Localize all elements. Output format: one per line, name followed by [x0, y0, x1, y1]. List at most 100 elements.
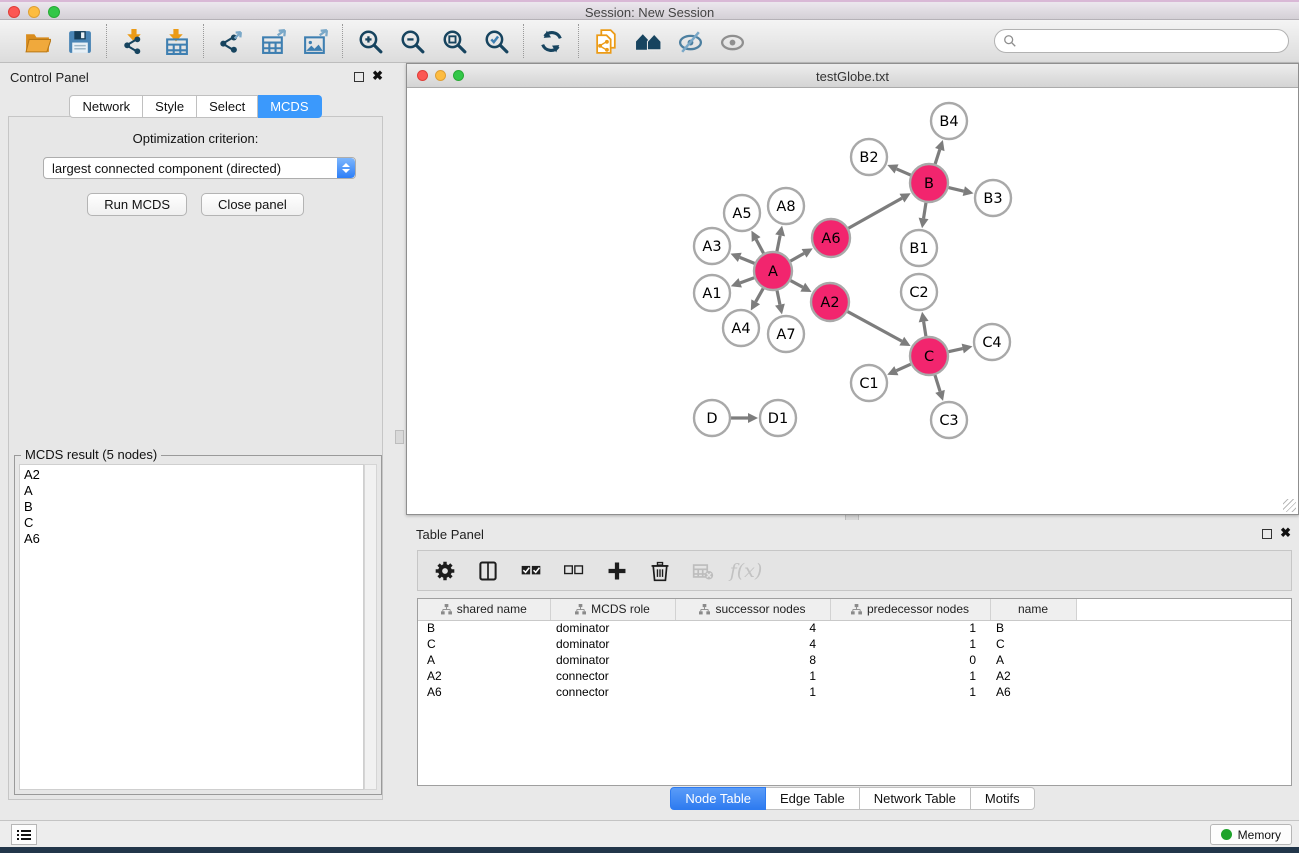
edge-A-A2[interactable]	[791, 281, 803, 288]
graph-node-A5[interactable]: A5	[724, 195, 760, 231]
graph-node-A4[interactable]: A4	[723, 310, 759, 346]
graph-node-A1[interactable]: A1	[694, 275, 730, 311]
edge-A-A7[interactable]	[777, 291, 780, 305]
table-cell[interactable]: 0	[830, 652, 990, 668]
deselect-all-button[interactable]	[561, 558, 587, 584]
edge-A-A3[interactable]	[740, 257, 755, 263]
table-cell[interactable]: 1	[830, 684, 990, 700]
tab-network-table[interactable]: Network Table	[860, 787, 971, 810]
mcds-result-item[interactable]: B	[24, 499, 359, 515]
graph-node-C4[interactable]: C4	[974, 324, 1010, 360]
table-cell[interactable]: A6	[990, 684, 1076, 700]
table-cell[interactable]: 4	[675, 620, 830, 636]
graph-node-B2[interactable]: B2	[851, 139, 887, 175]
graph-node-A2[interactable]: A2	[811, 283, 849, 321]
delete-column-button[interactable]	[647, 558, 673, 584]
table-cell[interactable]: 1	[830, 620, 990, 636]
criterion-dropdown[interactable]: largest connected component (directed)	[43, 157, 356, 179]
graph-node-A[interactable]: A	[754, 252, 792, 290]
zoom-in-button[interactable]	[353, 26, 387, 56]
tab-mcds[interactable]: MCDS	[258, 95, 321, 118]
table-cell[interactable]: A	[990, 652, 1076, 668]
table-cell[interactable]: dominator	[550, 636, 675, 652]
add-column-button[interactable]	[604, 558, 630, 584]
select-all-button[interactable]	[518, 558, 544, 584]
node-table[interactable]: shared nameMCDS rolesuccessor nodesprede…	[417, 598, 1292, 786]
graph-node-D[interactable]: D	[694, 400, 730, 436]
column-header-predecessor-nodes[interactable]: predecessor nodes	[830, 599, 990, 620]
graph-node-A6[interactable]: A6	[812, 219, 850, 257]
graph-node-B[interactable]: B	[910, 164, 948, 202]
tab-edge-table[interactable]: Edge Table	[766, 787, 860, 810]
gear-button[interactable]	[432, 558, 458, 584]
graph-node-C[interactable]: C	[910, 337, 948, 375]
graph-node-D1[interactable]: D1	[760, 400, 796, 436]
open-session-button[interactable]	[20, 26, 54, 56]
mcds-result-item[interactable]: A	[24, 483, 359, 499]
table-row[interactable]: Bdominator41B	[418, 620, 1291, 636]
home-button[interactable]	[631, 26, 665, 56]
table-cell[interactable]: 8	[675, 652, 830, 668]
table-row[interactable]: Cdominator41C	[418, 636, 1291, 652]
table-close-panel-icon[interactable]: ✖	[1280, 525, 1291, 541]
search-input[interactable]	[1022, 34, 1280, 48]
table-cell[interactable]: C	[990, 636, 1076, 652]
table-cell[interactable]: 1	[675, 684, 830, 700]
edge-C-C3[interactable]	[935, 375, 940, 391]
edge-C-C1[interactable]	[896, 364, 910, 370]
export-table-button[interactable]	[256, 26, 290, 56]
close-panel-button[interactable]: Close panel	[201, 193, 304, 216]
column-header-name[interactable]: name	[990, 599, 1076, 620]
float-panel-icon[interactable]	[354, 72, 364, 82]
edge-A-A8[interactable]	[777, 235, 780, 251]
result-scrollbar[interactable]	[364, 464, 377, 790]
mcds-result-item[interactable]: A6	[24, 531, 359, 547]
tab-network[interactable]: Network	[69, 95, 143, 118]
clone-network-button[interactable]	[589, 26, 623, 56]
graph-node-B4[interactable]: B4	[931, 103, 967, 139]
table-cell[interactable]: 1	[830, 668, 990, 684]
column-header-shared-name[interactable]: shared name	[418, 599, 550, 620]
memory-button[interactable]: Memory	[1210, 824, 1292, 845]
graph-node-B3[interactable]: B3	[975, 180, 1011, 216]
table-float-panel-icon[interactable]	[1262, 529, 1272, 539]
import-network-button[interactable]	[117, 26, 151, 56]
table-cell[interactable]: B	[418, 620, 550, 636]
edge-B-B1[interactable]	[924, 203, 926, 219]
edge-A-A6[interactable]	[790, 253, 804, 261]
edge-A-A4[interactable]	[756, 288, 764, 301]
resize-grip-icon[interactable]	[1283, 499, 1296, 512]
zoom-fit-button[interactable]	[437, 26, 471, 56]
mcds-result-list[interactable]: A2ABCA6	[19, 464, 364, 790]
mcds-result-item[interactable]: C	[24, 515, 359, 531]
search-field[interactable]	[994, 29, 1289, 53]
edge-B-B3[interactable]	[948, 188, 963, 192]
hide-details-button[interactable]	[673, 26, 707, 56]
tab-node-table[interactable]: Node Table	[670, 787, 766, 810]
graph-node-A8[interactable]: A8	[768, 188, 804, 224]
column-selector-button[interactable]	[475, 558, 501, 584]
table-cell[interactable]: 1	[830, 636, 990, 652]
table-cell[interactable]: A6	[418, 684, 550, 700]
show-details-button[interactable]	[715, 26, 749, 56]
table-row[interactable]: A6connector11A6	[418, 684, 1291, 700]
import-table-button[interactable]	[159, 26, 193, 56]
table-cell[interactable]: A	[418, 652, 550, 668]
run-mcds-button[interactable]: Run MCDS	[87, 193, 187, 216]
table-cell[interactable]: dominator	[550, 620, 675, 636]
graph-node-C2[interactable]: C2	[901, 274, 937, 310]
vertical-splitter-grip[interactable]	[395, 430, 404, 444]
edge-B-B2[interactable]	[897, 169, 911, 175]
graph-node-C1[interactable]: C1	[851, 365, 887, 401]
table-cell[interactable]: dominator	[550, 652, 675, 668]
graph-node-A3[interactable]: A3	[694, 228, 730, 264]
save-session-button[interactable]	[62, 26, 96, 56]
tab-select[interactable]: Select	[197, 95, 258, 118]
table-cell[interactable]: A2	[418, 668, 550, 684]
edge-A6-B[interactable]	[848, 198, 902, 228]
export-network-button[interactable]	[214, 26, 248, 56]
graph-node-A7[interactable]: A7	[768, 316, 804, 352]
table-cell[interactable]: B	[990, 620, 1076, 636]
tab-style[interactable]: Style	[143, 95, 197, 118]
table-row[interactable]: Adominator80A	[418, 652, 1291, 668]
